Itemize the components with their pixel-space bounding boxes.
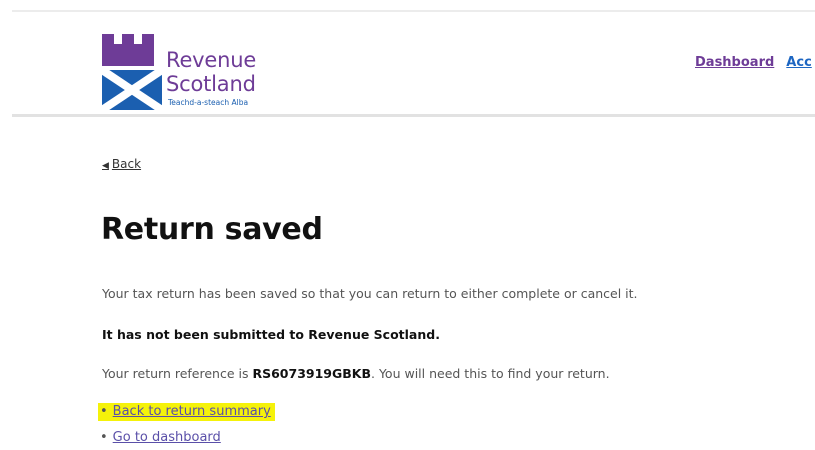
not-submitted-message: It has not been submitted to Revenue Sco… xyxy=(102,327,440,342)
castle-saltire-icon xyxy=(100,34,164,112)
action-links: • Back to return summary • Go to dashboard xyxy=(98,402,275,450)
reference-prefix: Your return reference is xyxy=(102,366,253,381)
brand-name-line2: Scotland xyxy=(166,72,256,96)
bullet-icon: • xyxy=(100,430,108,445)
reference-suffix: . You will need this to find your return… xyxy=(371,366,610,381)
go-to-dashboard-link[interactable]: Go to dashboard xyxy=(113,430,221,445)
reference-message: Your return reference is RS6073919GBKB. … xyxy=(102,366,610,381)
back-caret-icon: ◀ xyxy=(102,161,109,171)
back-link-label: Back xyxy=(111,157,142,171)
page-title: Return saved xyxy=(101,212,323,247)
list-item: • Go to dashboard xyxy=(100,428,275,450)
page: Revenue Scotland Teachd-a-steach Alba Da… xyxy=(0,0,815,450)
back-link[interactable]: ◀ Back xyxy=(102,157,141,171)
header-nav: Dashboard Acc xyxy=(695,51,815,70)
nav-dashboard-link[interactable]: Dashboard xyxy=(695,55,774,70)
bullet-icon: • xyxy=(100,404,108,419)
nav-account-link[interactable]: Acc xyxy=(786,55,811,70)
list-item: • Back to return summary xyxy=(98,402,275,428)
back-to-return-summary-link[interactable]: Back to return summary xyxy=(113,404,271,419)
reference-number: RS6073919GBKB xyxy=(252,366,371,381)
brand-tagline: Teachd-a-steach Alba xyxy=(168,98,249,107)
revenue-scotland-logo[interactable]: Revenue Scotland Teachd-a-steach Alba xyxy=(100,32,290,116)
brand-name-line1: Revenue xyxy=(166,48,257,72)
highlight-marker: • Back to return summary xyxy=(98,403,275,421)
site-header: Revenue Scotland Teachd-a-steach Alba Da… xyxy=(0,12,815,114)
saved-message: Your tax return has been saved so that y… xyxy=(102,286,638,301)
header-divider xyxy=(12,114,815,117)
